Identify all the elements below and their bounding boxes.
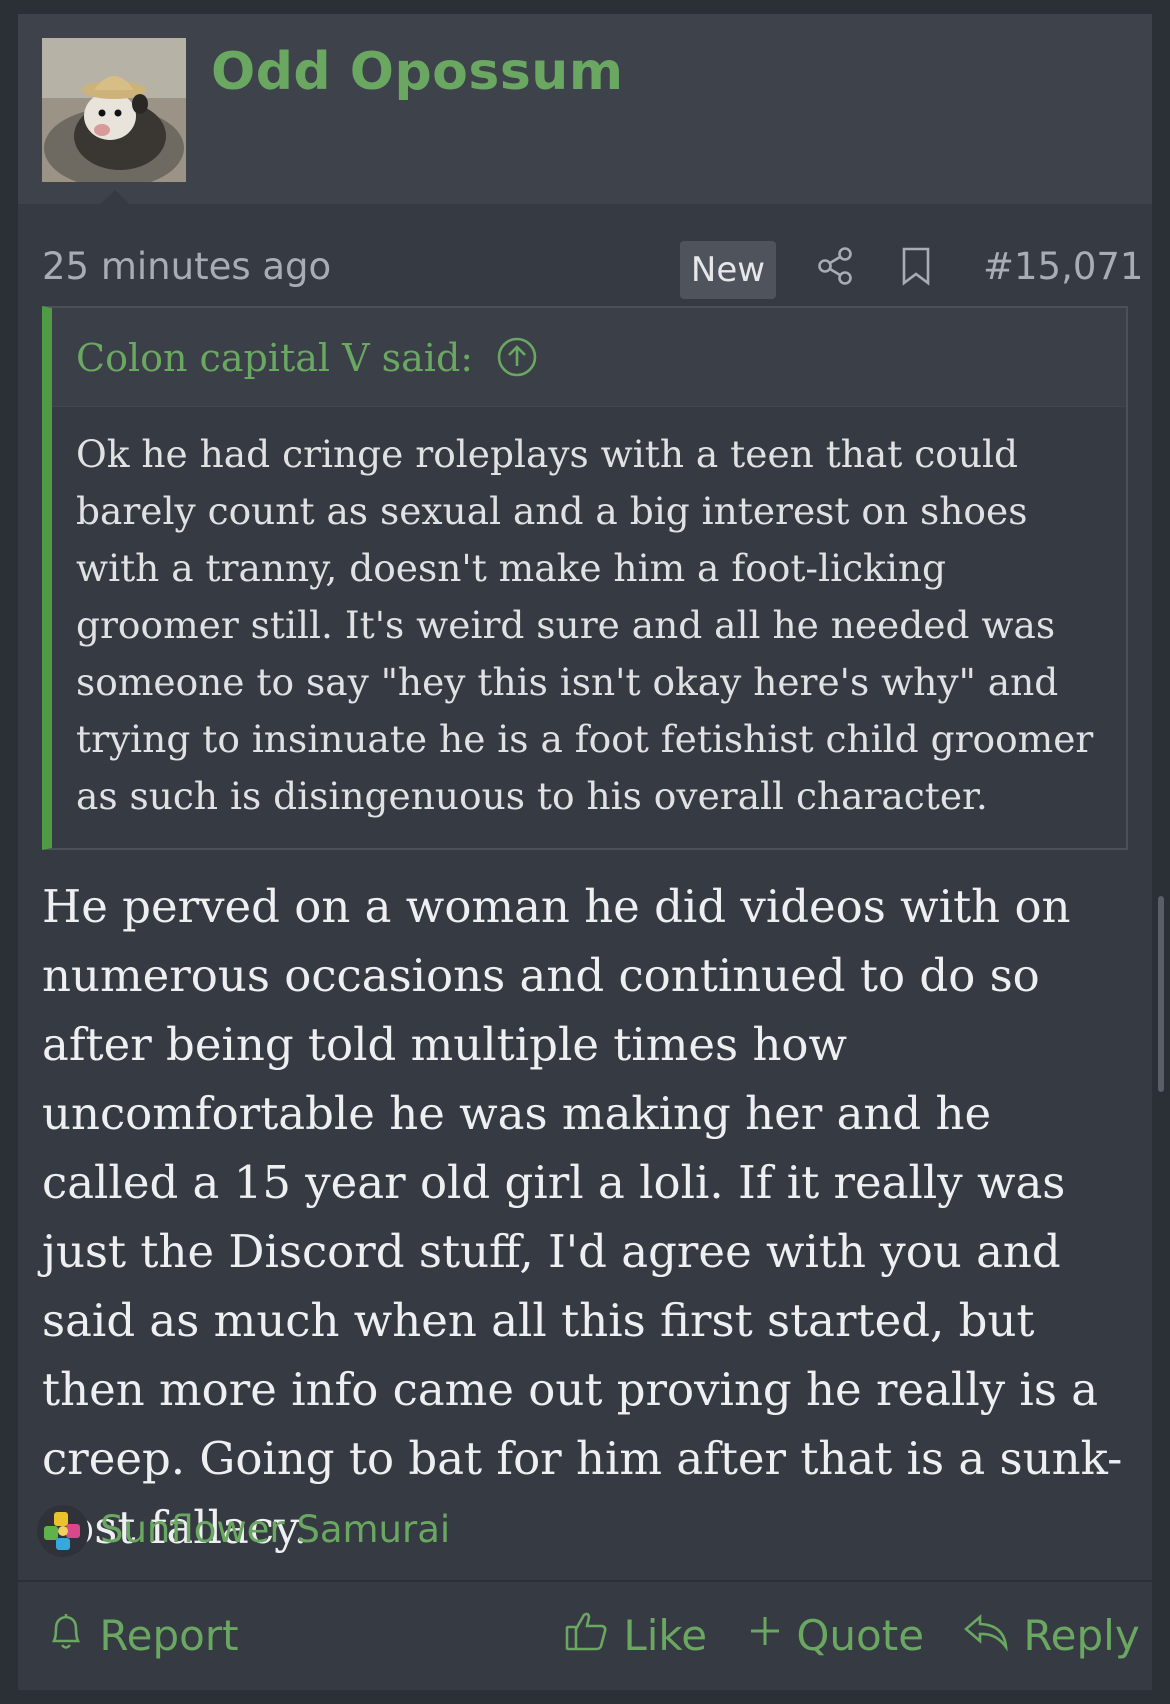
like-label: Like	[623, 1611, 708, 1660]
post-actions: Report Like Quote Reply	[18, 1594, 1152, 1678]
post-timestamp[interactable]: 25 minutes ago	[42, 245, 331, 288]
reply-label: Reply	[1023, 1611, 1140, 1660]
thumbs-up-icon	[564, 1609, 610, 1663]
reply-arrow-icon	[962, 1609, 1010, 1663]
new-badge: New	[680, 241, 776, 299]
quote-header: Colon capital V said:	[52, 308, 1126, 407]
quote-author[interactable]: Colon capital V said:	[76, 336, 473, 380]
avatar[interactable]	[42, 38, 186, 182]
share-icon[interactable]	[816, 246, 854, 290]
bell-icon	[46, 1609, 86, 1663]
post-meta: 25 minutes ago New #15,071	[18, 210, 1152, 300]
reply-button[interactable]: Reply	[962, 1608, 1140, 1664]
quote-text: Ok he had cringe roleplays with a teen t…	[76, 432, 1094, 818]
reaction-user-link[interactable]: Sunflower Samurai	[100, 1508, 450, 1551]
post-container: Odd Opossum 25 minutes ago New #15,071 C…	[18, 14, 1152, 1690]
quote-block: Colon capital V said: Ok he had cringe r…	[42, 306, 1128, 850]
report-label: Report	[99, 1611, 239, 1660]
avatar-pointer	[101, 190, 129, 204]
like-button[interactable]: Like	[564, 1608, 707, 1664]
post-body: He perved on a woman he did videos with …	[42, 880, 1123, 1554]
report-button[interactable]: Report	[46, 1608, 239, 1664]
post-number[interactable]: #15,071	[983, 245, 1143, 288]
plus-icon	[747, 1609, 783, 1663]
divider	[18, 1580, 1152, 1582]
quote-label: Quote	[796, 1611, 925, 1660]
sunflower-puzzle-icon	[36, 1504, 90, 1562]
quote-button[interactable]: Quote	[747, 1608, 924, 1664]
bookmark-icon[interactable]	[900, 246, 932, 290]
scrollbar[interactable]	[1158, 896, 1164, 1092]
arrow-up-circle-icon[interactable]	[496, 336, 538, 382]
post-header: Odd Opossum	[18, 14, 1152, 204]
username[interactable]: Odd Opossum	[211, 42, 624, 102]
